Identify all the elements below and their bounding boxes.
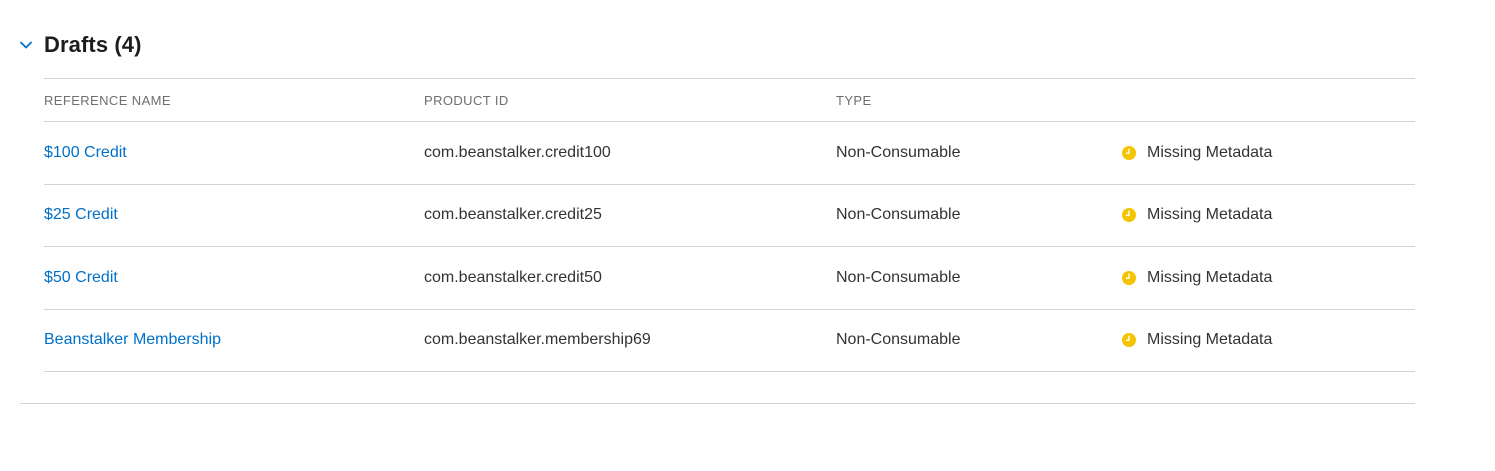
table-row: $100 Credit com.beanstalker.credit100 No… [44,122,1415,185]
chevron-down-icon[interactable] [18,37,34,53]
product-id-cell: com.beanstalker.credit25 [424,206,602,224]
status-cell: Missing Metadata [1122,310,1272,372]
reference-name-link[interactable]: $100 Credit [44,122,127,184]
table-row: Beanstalker Membership com.beanstalker.m… [44,310,1415,372]
status-label: Missing Metadata [1147,268,1273,286]
table-row: $50 Credit com.beanstalker.credit50 Non-… [44,247,1415,310]
type-cell: Non-Consumable [836,206,961,224]
table-row: $25 Credit com.beanstalker.credit25 Non-… [44,185,1415,247]
status-label: Missing Metadata [1147,143,1273,161]
column-header-type[interactable]: TYPE [836,79,872,121]
column-header-product-id[interactable]: PRODUCT ID [424,79,509,121]
clock-status-icon [1122,333,1136,348]
product-id-cell: com.beanstalker.membership69 [424,331,651,349]
status-label: Missing Metadata [1147,206,1273,224]
status-cell: Missing Metadata [1122,122,1272,184]
drafts-table: REFERENCE NAME PRODUCT ID TYPE $100 Cred… [44,78,1415,372]
drafts-section-header[interactable]: Drafts (4) [18,30,142,60]
product-id-cell: com.beanstalker.credit100 [424,143,611,161]
reference-name-link[interactable]: Beanstalker Membership [44,310,221,372]
column-header-reference-name[interactable]: REFERENCE NAME [44,79,171,121]
type-cell: Non-Consumable [836,143,961,161]
status-cell: Missing Metadata [1122,247,1272,309]
status-label: Missing Metadata [1147,331,1273,349]
reference-name-link[interactable]: $25 Credit [44,185,118,247]
section-divider [20,403,1415,404]
status-cell: Missing Metadata [1122,185,1272,247]
section-title: Drafts (4) [44,32,142,57]
type-cell: Non-Consumable [836,268,961,286]
reference-name-link[interactable]: $50 Credit [44,247,118,309]
type-cell: Non-Consumable [836,331,961,349]
table-header-row: REFERENCE NAME PRODUCT ID TYPE [44,79,1415,122]
product-id-cell: com.beanstalker.credit50 [424,268,602,286]
drafts-section: Drafts (4) REFERENCE NAME PRODUCT ID TYP… [0,0,1495,471]
clock-status-icon [1122,208,1136,223]
clock-status-icon [1122,145,1136,160]
clock-status-icon [1122,270,1136,285]
